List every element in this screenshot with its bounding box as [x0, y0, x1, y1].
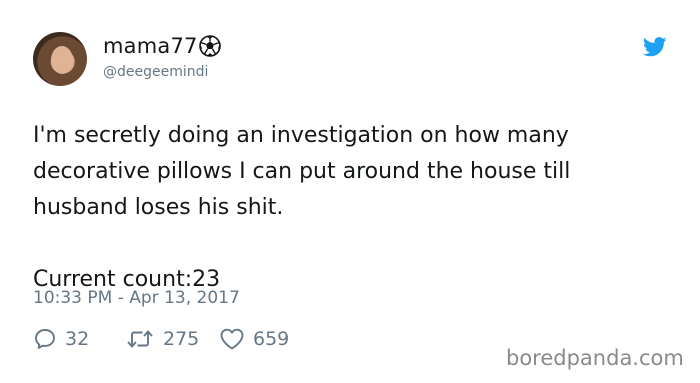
reply-button[interactable]: 32	[33, 327, 89, 351]
tweet-line: decorative pillows I can put around the …	[33, 159, 571, 184]
reply-icon	[33, 327, 57, 351]
soccer-ball-icon	[198, 35, 221, 62]
retweet-icon	[125, 327, 155, 351]
like-button[interactable]: 659	[219, 327, 289, 351]
tweet-body: I'm secretly doing an investigation on h…	[33, 118, 673, 298]
retweet-button[interactable]: 275	[125, 327, 199, 351]
like-count: 659	[253, 328, 290, 350]
avatar-face	[51, 46, 73, 74]
watermark: boredpanda.com	[506, 346, 684, 370]
heart-icon	[219, 327, 245, 351]
reply-count: 32	[65, 328, 90, 350]
tweet-line: husband loses his shit.	[33, 195, 284, 220]
avatar[interactable]	[33, 32, 87, 86]
twitter-bird-icon[interactable]	[642, 37, 667, 57]
author-name-text: mama77	[103, 34, 198, 58]
retweet-count: 275	[163, 328, 200, 350]
tweet-timestamp[interactable]: 10:33 PM - Apr 13, 2017	[33, 288, 240, 308]
tweet-line: I'm secretly doing an investigation on h…	[33, 123, 569, 148]
author-handle[interactable]: @deegeemindi	[103, 64, 208, 80]
author-display-name[interactable]: mama77	[103, 34, 221, 62]
tweet-card: mama77 @deegeemindi I'm secretly doing a…	[0, 0, 700, 383]
